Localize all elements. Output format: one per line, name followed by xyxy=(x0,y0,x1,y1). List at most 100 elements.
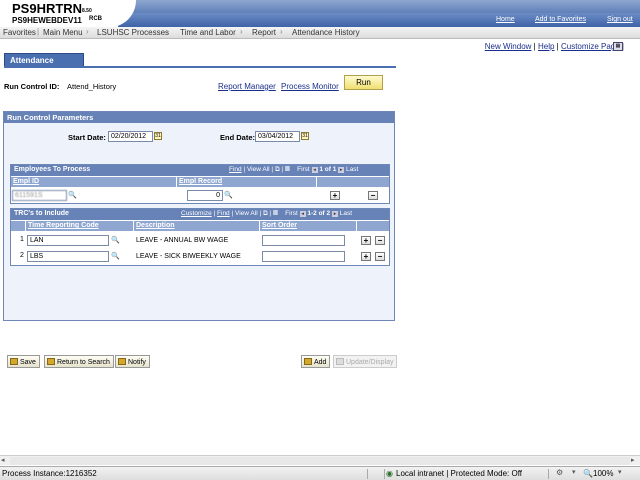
start-date-label: Start Date: xyxy=(68,133,106,142)
empl-id-field[interactable]: 611591S xyxy=(12,190,67,201)
lookup-icon[interactable]: 🔍 xyxy=(111,236,120,245)
column-header-trc[interactable]: Time Reporting Code xyxy=(26,221,134,231)
process-monitor-link[interactable]: Process Monitor xyxy=(281,82,339,91)
tab-underline xyxy=(4,66,396,68)
column-header-blank xyxy=(317,177,389,187)
view-all-link[interactable]: View All xyxy=(235,210,258,217)
save-button[interactable]: Save xyxy=(7,355,40,368)
column-header-sort-order[interactable]: Sort Order xyxy=(260,221,357,231)
start-date-field[interactable]: 02/20/2012 xyxy=(108,131,153,142)
database-name: PS9HEWEBDEV11 xyxy=(12,16,82,25)
nav-attendance-history[interactable]: Attendance History xyxy=(292,28,360,37)
add-row-icon[interactable]: + xyxy=(361,252,371,261)
lookup-icon[interactable]: 🔍 xyxy=(224,191,233,200)
sign-out-link[interactable]: Sign out xyxy=(607,16,633,23)
status-separator xyxy=(384,469,385,479)
tab-attendance-history[interactable]: Attendance History xyxy=(4,53,84,74)
customize-page-link[interactable]: Customize Page xyxy=(561,42,620,51)
delete-row-icon[interactable]: − xyxy=(368,191,378,200)
nav-report[interactable]: Report xyxy=(252,28,276,37)
trc-code-field[interactable]: LBS xyxy=(27,251,109,262)
find-link[interactable]: Find xyxy=(217,210,230,217)
add-row-icon[interactable]: + xyxy=(361,236,371,245)
zoom-grid-icon[interactable]: ⧉ xyxy=(263,210,268,217)
page-links: New Window | Help | Customize Page | xyxy=(485,42,624,51)
calendar-icon[interactable]: 31 xyxy=(301,132,309,140)
delete-row-icon[interactable]: − xyxy=(375,252,385,261)
nav-lsuhsc-processes[interactable]: LSUHSC Processes xyxy=(97,28,169,37)
column-header-empl-record[interactable]: Empl Record xyxy=(177,177,317,187)
scroll-left-icon[interactable]: ◂ xyxy=(1,456,5,464)
empl-record-sort-link[interactable]: Empl Record xyxy=(179,178,222,185)
prev-arrow-icon[interactable]: ◂ xyxy=(311,167,318,173)
row-number: 2 xyxy=(20,252,24,259)
view-all-link[interactable]: View All xyxy=(247,166,270,173)
horizontal-scrollbar[interactable]: ◂ ▸ xyxy=(0,455,640,465)
nav-favorites[interactable]: Favorites xyxy=(3,28,36,37)
trc-sort-link[interactable]: Time Reporting Code xyxy=(28,222,99,229)
scroll-track[interactable] xyxy=(10,457,630,465)
save-label: Save xyxy=(20,359,36,366)
prev-arrow-icon[interactable]: ◂ xyxy=(299,211,306,217)
download-grid-icon[interactable]: ▦ xyxy=(273,210,278,217)
delete-row-icon[interactable]: − xyxy=(375,236,385,245)
report-manager-link[interactable]: Report Manager xyxy=(218,82,276,91)
breadcrumb: Favorites | Main Menu › LSUHSC Processes… xyxy=(0,27,640,39)
customize-link[interactable]: Customize xyxy=(181,210,212,217)
sort-order-field[interactable] xyxy=(262,251,345,262)
home-link[interactable]: Home xyxy=(496,16,515,23)
first-link[interactable]: First xyxy=(285,210,298,217)
next-arrow-icon[interactable]: ▸ xyxy=(331,211,338,217)
status-separator xyxy=(548,469,549,479)
dropdown-icon[interactable]: ▾ xyxy=(572,468,576,476)
first-link[interactable]: First xyxy=(297,166,310,173)
link-separator: | xyxy=(533,42,536,51)
run-control-parameters-panel: Run Control Parameters Start Date: 02/20… xyxy=(3,111,395,321)
protected-mode-icon[interactable]: ⚙ xyxy=(556,468,563,477)
sort-order-sort-link[interactable]: Sort Order xyxy=(262,222,297,229)
update-icon xyxy=(336,358,344,365)
column-header-description[interactable]: Description xyxy=(134,221,260,231)
last-link[interactable]: Last xyxy=(346,166,358,173)
notify-button[interactable]: Notify xyxy=(115,355,150,368)
nav-time-labor[interactable]: Time and Labor xyxy=(180,28,236,37)
app-title: PS9HRTRN xyxy=(12,1,83,16)
scroll-right-icon[interactable]: ▸ xyxy=(631,456,635,464)
return-label: Return to Search xyxy=(57,359,110,366)
zoom-level[interactable]: 100% xyxy=(593,469,613,478)
help-link[interactable]: Help xyxy=(538,42,554,51)
trc-code-field[interactable]: LAN xyxy=(27,235,109,246)
end-date-label: End Date: xyxy=(220,133,256,142)
empl-record-field[interactable]: 0 xyxy=(187,190,223,201)
lookup-icon[interactable]: 🔍 xyxy=(111,252,120,261)
end-date-field[interactable]: 03/04/2012 xyxy=(255,131,300,142)
add-button[interactable]: Add xyxy=(301,355,331,368)
column-header-blank xyxy=(357,221,389,231)
update-display-button[interactable]: Update/Display xyxy=(333,355,398,368)
zoom-grid-icon[interactable]: ⧉ xyxy=(275,166,280,173)
run-button[interactable]: Run xyxy=(344,75,383,90)
zoom-icon[interactable]: 🔍 xyxy=(583,469,593,478)
new-window-link[interactable]: New Window xyxy=(485,42,532,51)
employees-grid: Employees To Process Find | View All | ⧉… xyxy=(10,164,390,204)
find-link[interactable]: Find xyxy=(229,166,242,173)
last-link[interactable]: Last xyxy=(340,210,352,217)
description-sort-link[interactable]: Description xyxy=(136,222,175,229)
grid-navigation: Find | View All | ⧉ | ▦ First ◂ 1 of 1 ▸… xyxy=(229,166,359,173)
download-grid-icon[interactable]: ▦ xyxy=(285,166,290,173)
return-to-search-button[interactable]: Return to Search xyxy=(44,355,114,368)
next-arrow-icon[interactable]: ▸ xyxy=(338,167,345,173)
sort-order-field[interactable] xyxy=(262,235,345,246)
grid-navigation: Customize | Find | View All | ⧉ | ▦ Firs… xyxy=(181,210,353,217)
lookup-icon[interactable]: 🔍 xyxy=(68,191,77,200)
panel-title: Run Control Parameters xyxy=(4,112,394,123)
calendar-icon[interactable]: 31 xyxy=(154,132,162,140)
nav-main-menu[interactable]: Main Menu xyxy=(43,28,83,37)
add-row-icon[interactable]: + xyxy=(330,191,340,200)
run-control-label: Run Control ID: xyxy=(4,82,60,91)
grid-view-icon[interactable]: ▦ xyxy=(613,42,623,51)
empl-id-sort-link[interactable]: Empl ID xyxy=(13,178,39,185)
column-header-empl-id[interactable]: Empl ID xyxy=(11,177,177,187)
add-favorites-link[interactable]: Add to Favorites xyxy=(535,16,586,23)
zoom-dropdown-icon[interactable]: ▾ xyxy=(618,468,622,476)
